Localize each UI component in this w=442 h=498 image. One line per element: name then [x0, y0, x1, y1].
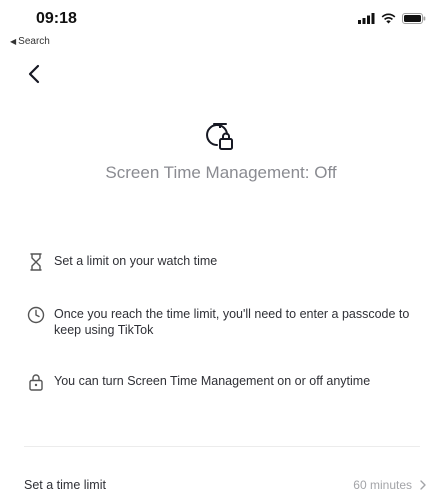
- status-bar: 09:18 ◀ Search: [0, 0, 442, 52]
- time-limit-value: 60 minutes: [353, 478, 412, 492]
- divider: [24, 446, 420, 447]
- status-icons: [358, 13, 426, 24]
- hourglass-icon: [30, 253, 42, 271]
- chevron-right-icon: [420, 480, 426, 490]
- set-time-limit-label: Set a time limit: [24, 478, 106, 492]
- back-button[interactable]: [22, 62, 46, 86]
- feature-text: You can turn Screen Time Management on o…: [54, 374, 371, 388]
- feature-text: Set a limit on your watch time: [54, 254, 218, 268]
- feature-text: Once you reach the time limit, you'll ne…: [54, 307, 410, 337]
- back-to-app-label: Search: [18, 36, 50, 47]
- back-to-search-link[interactable]: ◀ Search: [10, 36, 50, 47]
- timer-lock-icon: [206, 123, 233, 150]
- chevron-left-icon: [28, 64, 40, 84]
- page-title: Screen Time Management: Off: [105, 163, 337, 182]
- wifi-icon: [381, 13, 396, 24]
- set-time-limit-row[interactable]: Set a time limit 60 minutes: [0, 476, 442, 496]
- clock-icon: [27, 306, 45, 324]
- battery-icon: [402, 13, 426, 24]
- back-triangle-icon: ◀: [10, 37, 17, 46]
- status-time: 09:18: [36, 10, 77, 27]
- signal-icon: [358, 13, 375, 24]
- lock-icon: [29, 374, 43, 391]
